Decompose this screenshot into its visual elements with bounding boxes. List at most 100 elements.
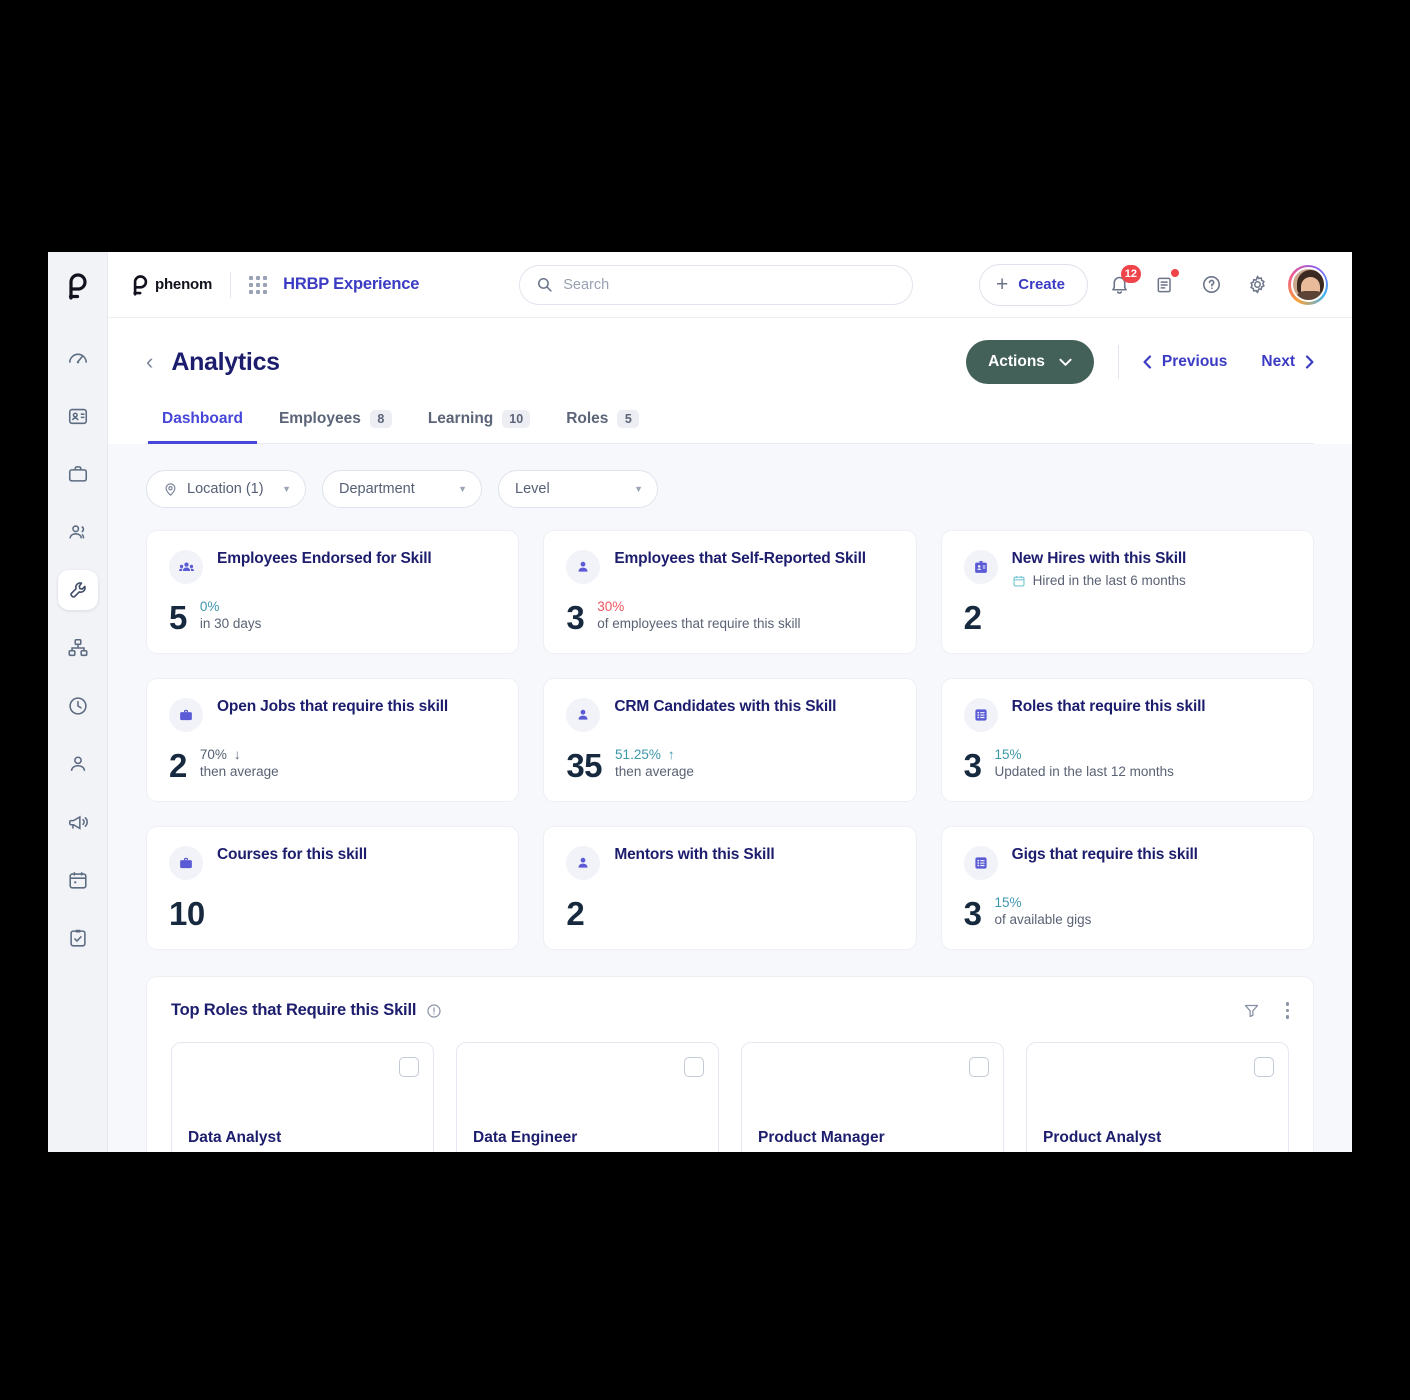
metric-subtitle-row: Hired in the last 6 months [1012, 573, 1187, 588]
metric-card-self-reported[interactable]: Employees that Self-Reported Skill 3 30%… [543, 530, 917, 654]
metric-title: Mentors with this Skill [614, 846, 775, 863]
unread-dot [1171, 268, 1179, 277]
top-bar-right: + Create 12 [979, 263, 1328, 306]
brand-logo[interactable]: phenom [132, 274, 212, 296]
app-switcher-icon[interactable] [249, 275, 268, 294]
sidebar-item-org-chart[interactable] [58, 628, 98, 668]
tab-employees[interactable]: Employees 8 [265, 410, 406, 444]
role-name: Product Manager [758, 1129, 885, 1146]
percent-value: 51.25% [615, 747, 661, 762]
metric-subtitle: Hired in the last 6 months [1032, 573, 1186, 589]
kebab-menu-icon[interactable] [1285, 1002, 1289, 1019]
search-icon [536, 276, 553, 293]
main-area: phenom HRBP Experience + Create [108, 252, 1352, 1152]
tab-count: 8 [369, 410, 392, 428]
actions-label: Actions [988, 353, 1045, 370]
create-label: Create [1018, 276, 1065, 293]
create-button[interactable]: + Create [979, 263, 1088, 306]
sidebar-item-skills[interactable] [57, 570, 98, 610]
metric-card-gigs[interactable]: Gigs that require this skill 3 15% of av… [940, 826, 1314, 950]
metric-percent: 51.25% ↑ [615, 747, 694, 762]
tab-roles[interactable]: Roles 5 [552, 410, 653, 444]
metric-card-roles-require[interactable]: Roles that require this skill 3 15% Upda… [940, 678, 1314, 802]
metric-title: Employees that Self-Reported Skill [614, 550, 866, 567]
metric-card-open-jobs[interactable]: Open Jobs that require this skill 2 70% … [146, 678, 520, 802]
app-name[interactable]: HRBP Experience [283, 275, 419, 294]
panel-title: Top Roles that Require this Skill [171, 1001, 417, 1019]
metric-value: 2 [169, 746, 187, 784]
metric-card-employees-endorsed[interactable]: Employees Endorsed for Skill 5 0% in 30 … [146, 530, 520, 654]
search-input[interactable] [563, 276, 897, 293]
role-card[interactable]: Data Engineer [456, 1042, 719, 1152]
back-button[interactable]: ‹ [146, 351, 153, 373]
metric-note: Updated in the last 12 months [994, 764, 1174, 779]
metric-title: New Hires with this Skill [1011, 550, 1187, 567]
avatar[interactable] [1288, 264, 1328, 305]
metric-cards-grid: Employees Endorsed for Skill 5 0% in 30 … [146, 530, 1314, 950]
sidebar-item-speedometer[interactable] [58, 338, 98, 378]
tab-label: Employees [278, 410, 361, 427]
metric-title: Roles that require this skill [1011, 698, 1206, 715]
trend-down-icon: ↓ [233, 747, 241, 762]
next-button[interactable]: Next [1261, 353, 1314, 371]
sidebar-item-megaphone[interactable] [58, 802, 98, 842]
role-checkbox[interactable] [684, 1057, 704, 1077]
tab-label: Learning [427, 410, 494, 427]
role-card[interactable]: Product Analyst [1026, 1042, 1289, 1152]
previous-button[interactable]: Previous [1143, 353, 1227, 371]
actions-button[interactable]: Actions [966, 340, 1094, 384]
sidebar-item-id-badge[interactable] [58, 396, 98, 436]
metric-percent: 70% ↓ [200, 747, 279, 762]
metric-value: 5 [169, 598, 187, 636]
phenom-logo[interactable] [58, 264, 98, 308]
notifications-button[interactable]: 12 [1104, 264, 1141, 300]
sidebar-item-person[interactable] [58, 744, 98, 784]
filter-label: Department [339, 481, 415, 497]
sidebar-item-calendar[interactable] [58, 860, 98, 900]
role-card[interactable]: Data Analyst [171, 1042, 434, 1152]
role-checkbox[interactable] [1254, 1057, 1274, 1077]
role-card[interactable]: Product Manager [741, 1042, 1004, 1152]
metric-card-mentors[interactable]: Mentors with this Skill 2 [543, 826, 917, 950]
settings-button[interactable] [1242, 270, 1272, 300]
pager: Previous Next [1143, 353, 1314, 371]
search-wrapper [519, 264, 914, 305]
metric-note: of employees that require this skill [597, 616, 801, 631]
page-header-row: ‹ Analytics Actions Previous Next [146, 340, 1314, 384]
tab-learning[interactable]: Learning 10 [414, 410, 544, 444]
help-button[interactable] [1196, 270, 1226, 300]
person-icon [566, 698, 601, 732]
metric-note: in 30 days [199, 616, 262, 631]
metric-percent: 15% [995, 747, 1174, 762]
info-icon[interactable] [426, 1003, 442, 1019]
divider [1117, 345, 1119, 379]
panel-tools [1243, 1002, 1289, 1019]
search-box[interactable] [519, 264, 914, 305]
sidebar-item-people[interactable] [58, 512, 98, 552]
sidebar-item-clock[interactable] [58, 686, 98, 726]
role-checkbox[interactable] [399, 1057, 419, 1077]
chevron-down-icon: ▼ [458, 484, 467, 494]
tab-dashboard[interactable]: Dashboard [148, 410, 257, 444]
metric-value: 35 [566, 746, 603, 784]
metric-card-crm-candidates[interactable]: CRM Candidates with this Skill 35 51.25%… [543, 678, 917, 802]
next-label: Next [1261, 353, 1295, 370]
metric-card-new-hires[interactable]: New Hires with this Skill Hired in the l… [940, 530, 1314, 654]
person-icon [566, 846, 601, 880]
role-cards-grid: Data Analyst Data Engineer Product Manag… [171, 1042, 1289, 1152]
metric-card-courses[interactable]: Courses for this skill 10 [146, 826, 520, 950]
left-nav-rail [48, 252, 108, 1152]
funnel-filter-icon[interactable] [1243, 1002, 1260, 1019]
sidebar-item-briefcase[interactable] [58, 454, 98, 494]
filter-location[interactable]: Location (1) ▼ [146, 470, 306, 508]
sidebar-item-tasks[interactable] [58, 918, 98, 958]
top-roles-panel: Top Roles that Require this Skill Data A… [146, 976, 1314, 1152]
filter-level[interactable]: Level ▼ [498, 470, 658, 508]
metric-percent: 0% [200, 599, 262, 614]
chevron-down-icon: ▼ [634, 484, 643, 494]
filter-department[interactable]: Department ▼ [322, 470, 482, 508]
role-checkbox[interactable] [969, 1057, 989, 1077]
news-feed-button[interactable] [1150, 268, 1180, 300]
briefcase-icon [169, 846, 203, 880]
chevron-right-icon [1305, 355, 1314, 369]
